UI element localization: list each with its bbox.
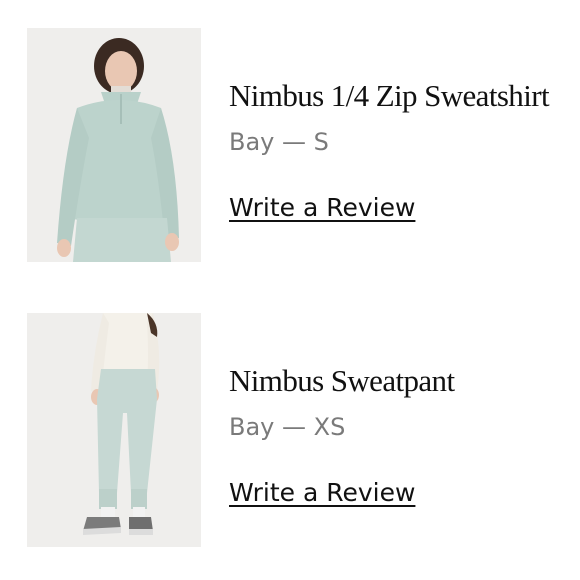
product-item: Nimbus Sweatpant Bay — XS Write a Review [0, 313, 580, 547]
product-image-sweatpant[interactable] [27, 313, 201, 547]
model-sweatshirt-icon [27, 28, 201, 262]
product-image-sweatshirt[interactable] [27, 28, 201, 262]
product-title: Nimbus 1/4 Zip Sweatshirt [229, 78, 550, 113]
product-variant: Bay — XS [229, 413, 346, 441]
order-review-list: Nimbus 1/4 Zip Sweatshirt Bay — S Write … [0, 0, 580, 580]
product-title: Nimbus Sweatpant [229, 363, 455, 398]
model-sweatpant-icon [27, 313, 201, 547]
product-item: Nimbus 1/4 Zip Sweatshirt Bay — S Write … [0, 28, 580, 262]
write-review-link[interactable]: Write a Review [229, 480, 415, 505]
product-variant: Bay — S [229, 128, 329, 156]
write-review-link[interactable]: Write a Review [229, 195, 415, 220]
